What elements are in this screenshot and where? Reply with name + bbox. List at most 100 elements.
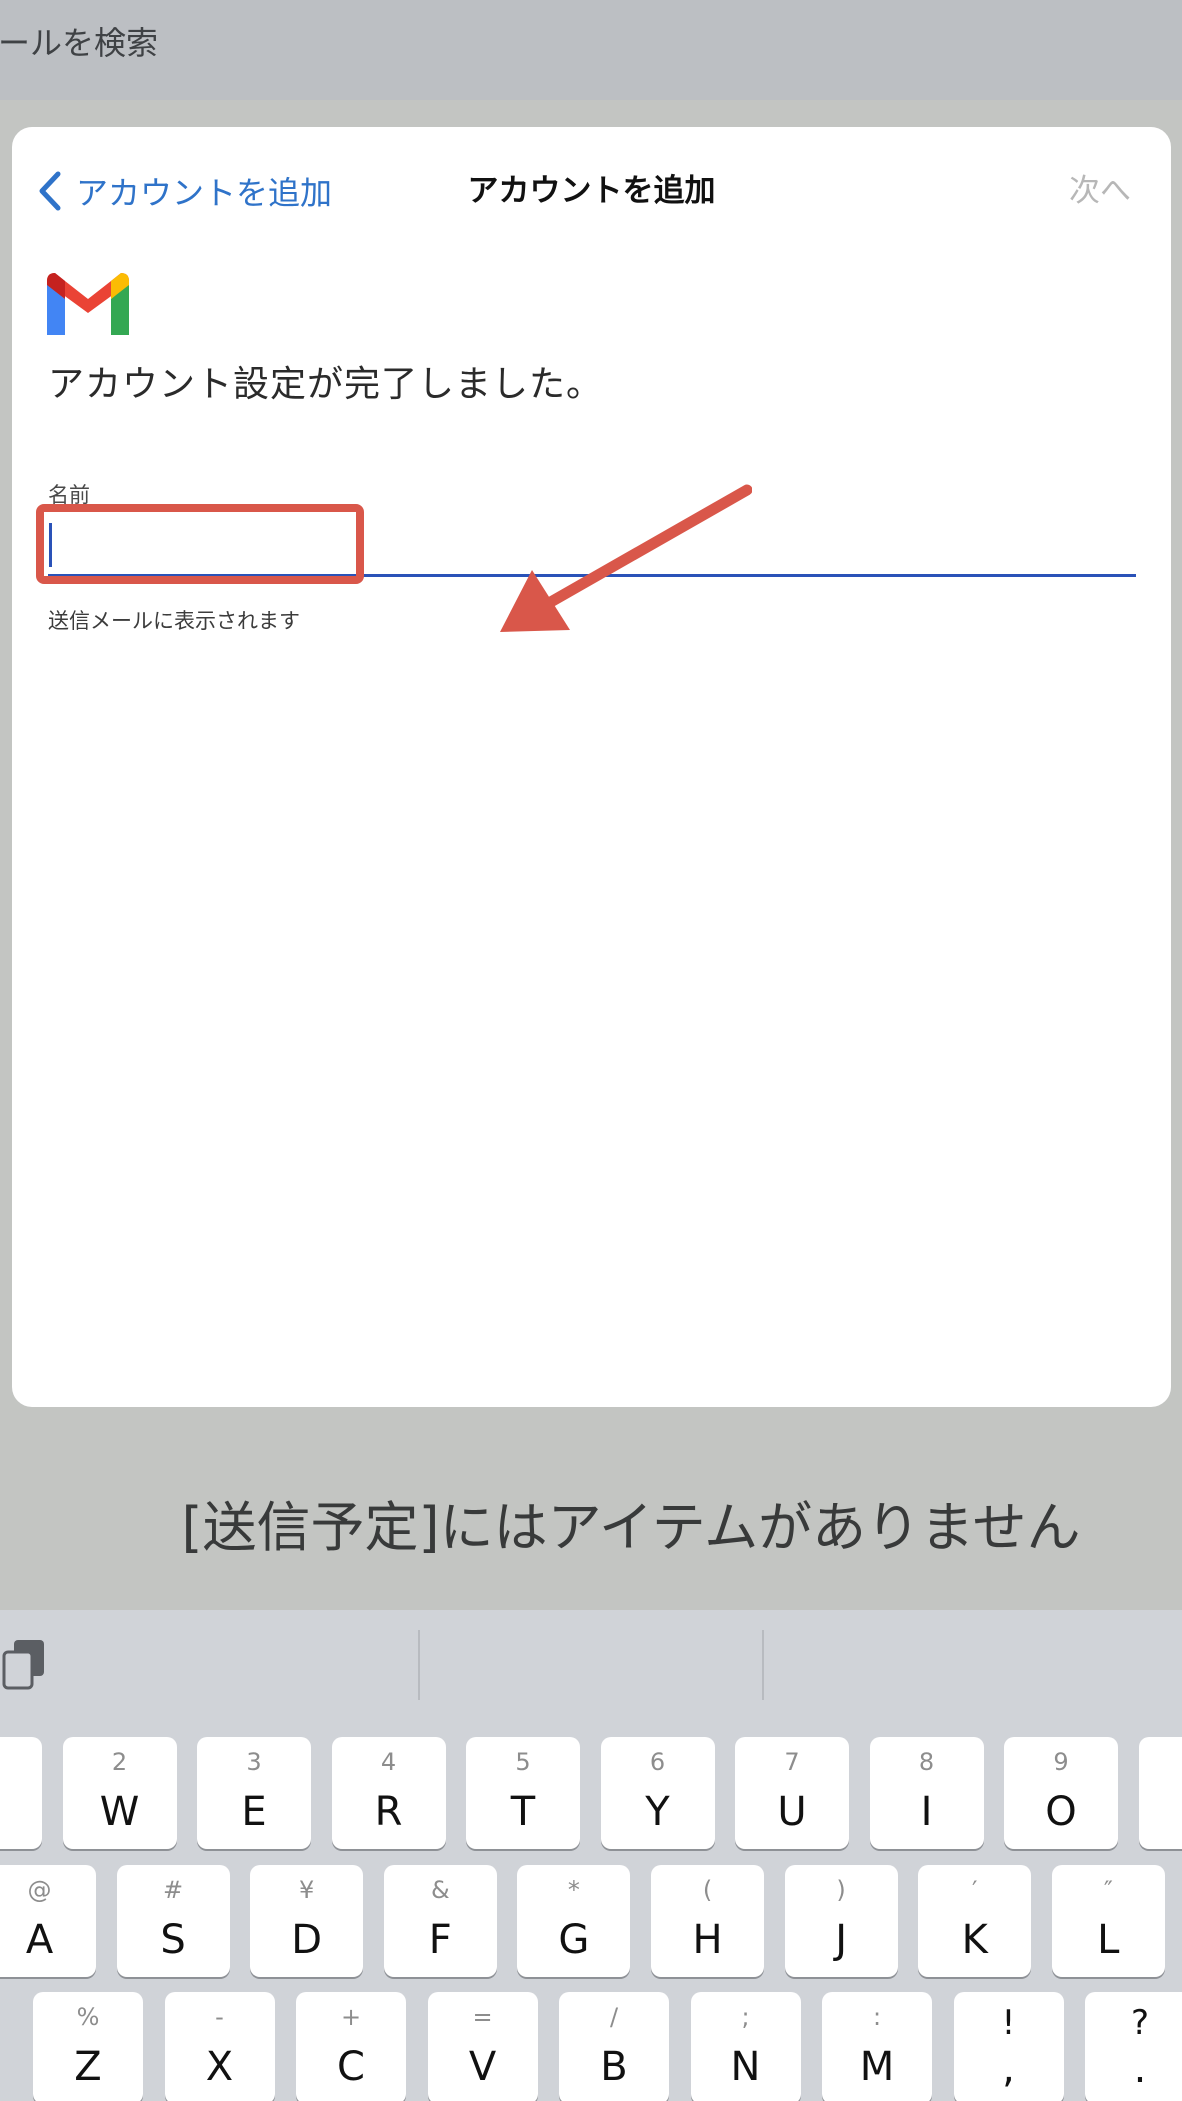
empty-message-text: [送信予定]にはアイテムがありません bbox=[181, 1496, 1081, 1559]
key-g[interactable]: * G bbox=[517, 1865, 631, 1977]
key-label: U bbox=[777, 1789, 807, 1835]
gmail-logo-icon bbox=[47, 273, 129, 335]
key-label: J bbox=[835, 1917, 847, 1963]
key-l[interactable]: ″ L bbox=[1051, 1865, 1165, 1977]
key-comma[interactable]: !, bbox=[953, 1992, 1064, 2101]
key-b[interactable]: / B bbox=[559, 1992, 669, 2101]
key-period[interactable]: ?. bbox=[1085, 1992, 1182, 2101]
account-setup-complete-message: アカウント設定が完了しました。 bbox=[48, 364, 604, 405]
key-alt-label: 3 bbox=[246, 1748, 262, 1776]
key-label: C bbox=[337, 2044, 365, 2090]
key-alt-label: 8 bbox=[918, 1748, 935, 1776]
key-label: X bbox=[205, 2044, 234, 2090]
key-alt-label: ″ bbox=[1103, 1876, 1113, 1904]
key-alt-label: 1 bbox=[0, 1747, 42, 1777]
key-label: N bbox=[730, 2044, 761, 2090]
key-k[interactable]: ′ K bbox=[918, 1865, 1032, 1977]
key-alt-label: + bbox=[340, 2003, 362, 2031]
key-alt-label: 0 bbox=[1139, 1747, 1182, 1777]
key-label: V bbox=[468, 2044, 497, 2090]
background-empty-message: [送信予定]にはアイテムがありません bbox=[0, 1490, 1182, 1610]
key-label: D bbox=[291, 1917, 323, 1963]
key-label: A bbox=[25, 1917, 54, 1963]
back-button[interactable]: アカウントを追加 bbox=[36, 161, 332, 221]
key-alt-label: & bbox=[430, 1876, 450, 1904]
key-label: T bbox=[510, 1789, 536, 1835]
key-alt-label: 5 bbox=[515, 1748, 531, 1776]
key-alt-label: 9 bbox=[1053, 1748, 1069, 1776]
key-o[interactable]: 9O bbox=[1004, 1737, 1118, 1849]
key-label: W bbox=[99, 1789, 140, 1835]
key-label: I bbox=[920, 1789, 933, 1835]
key-m[interactable]: :M bbox=[822, 1992, 932, 2101]
key-label: L bbox=[1097, 1917, 1120, 1963]
key-alt-label: 2 bbox=[111, 1748, 128, 1776]
background-search-text: メールを検索 bbox=[0, 24, 159, 62]
key-alt-label: # bbox=[163, 1876, 184, 1904]
key-y[interactable]: 6Y bbox=[600, 1737, 715, 1849]
key-label: R bbox=[374, 1789, 403, 1835]
key-alt-label: ¥ bbox=[299, 1876, 315, 1904]
key-alt-label: ; bbox=[741, 2003, 750, 2031]
key-alt-label: / bbox=[609, 2003, 619, 2031]
key-alt-label: : bbox=[872, 2003, 882, 2031]
key-z[interactable]: % Z bbox=[33, 1992, 143, 2101]
key-label: Q bbox=[0, 1787, 42, 1837]
key-n[interactable]: ; N bbox=[690, 1992, 801, 2101]
key-label: B bbox=[600, 2044, 628, 2090]
key-x[interactable]: -X bbox=[164, 1992, 275, 2101]
key-w[interactable]: 2W bbox=[62, 1737, 177, 1849]
chevron-left-icon bbox=[39, 171, 61, 211]
key-alt-label: 6 bbox=[649, 1748, 666, 1776]
key-i[interactable]: 8I bbox=[869, 1737, 984, 1849]
name-field-helper-text: 送信メールに表示されます bbox=[48, 609, 300, 633]
key-label: H bbox=[692, 1917, 723, 1963]
annotation-arrow-icon bbox=[500, 484, 752, 632]
key-f[interactable]: & F bbox=[383, 1865, 497, 1977]
key-c[interactable]: + C bbox=[296, 1992, 406, 2101]
key-alt-label: ) bbox=[836, 1876, 846, 1904]
key-r[interactable]: 4R bbox=[331, 1737, 446, 1849]
key-alt-label: - bbox=[215, 2003, 224, 2031]
key-u[interactable]: 7U bbox=[735, 1737, 849, 1849]
key-alt-label: 7 bbox=[784, 1748, 800, 1776]
key-label: . bbox=[1133, 2046, 1147, 2092]
key-d[interactable]: ¥ D bbox=[250, 1865, 364, 1977]
back-button-label: アカウントを追加 bbox=[76, 174, 333, 212]
key-label: K bbox=[961, 1917, 988, 1963]
clipboard-icon[interactable] bbox=[0, 1636, 48, 1692]
key-alt-label: * bbox=[567, 1876, 580, 1904]
next-button[interactable]: 次へ bbox=[1069, 161, 1131, 221]
key-alt-label: ? bbox=[1130, 2003, 1150, 2043]
key-e[interactable]: 3E bbox=[197, 1737, 311, 1849]
software-keyboard: 1Q2W3E4R5T6Y7U8I9O0P@A#S¥D&F*G(H)J′K″L%Z… bbox=[0, 1610, 1182, 2101]
key-alt-label: 4 bbox=[380, 1748, 397, 1776]
key-label: P bbox=[1139, 1787, 1182, 1837]
keyboard-suggestion-bar bbox=[0, 1610, 1182, 1710]
key-t[interactable]: 5T bbox=[466, 1737, 580, 1849]
key-alt-label: ! bbox=[1001, 2003, 1016, 2043]
background-header: メールを検索 bbox=[0, 0, 1182, 100]
key-label: O bbox=[1045, 1789, 1077, 1835]
key-q[interactable]: 1Q bbox=[0, 1737, 42, 1849]
key-label: E bbox=[241, 1789, 267, 1835]
key-label: S bbox=[160, 1917, 186, 1963]
key-h[interactable]: (H bbox=[651, 1865, 764, 1977]
key-alt-label: ( bbox=[702, 1876, 713, 1904]
key-label: M bbox=[859, 2044, 895, 2090]
key-label: G bbox=[558, 1917, 590, 1963]
key-alt-label: % bbox=[76, 2003, 100, 2031]
key-v[interactable]: = V bbox=[427, 1992, 538, 2101]
key-a[interactable]: @ A bbox=[0, 1865, 96, 1977]
key-p[interactable]: 0P bbox=[1138, 1737, 1182, 1849]
key-label: , bbox=[1002, 2046, 1015, 2092]
annotation-highlight-box bbox=[36, 504, 364, 584]
key-label: Z bbox=[74, 2044, 102, 2090]
key-label: Y bbox=[645, 1789, 670, 1835]
suggestion-divider bbox=[418, 1630, 420, 1700]
key-label: F bbox=[428, 1917, 452, 1963]
key-alt-label: ′ bbox=[971, 1876, 978, 1904]
key-s[interactable]: # S bbox=[116, 1865, 230, 1977]
suggestion-divider bbox=[762, 1630, 764, 1700]
key-j[interactable]: ) J bbox=[784, 1865, 898, 1977]
